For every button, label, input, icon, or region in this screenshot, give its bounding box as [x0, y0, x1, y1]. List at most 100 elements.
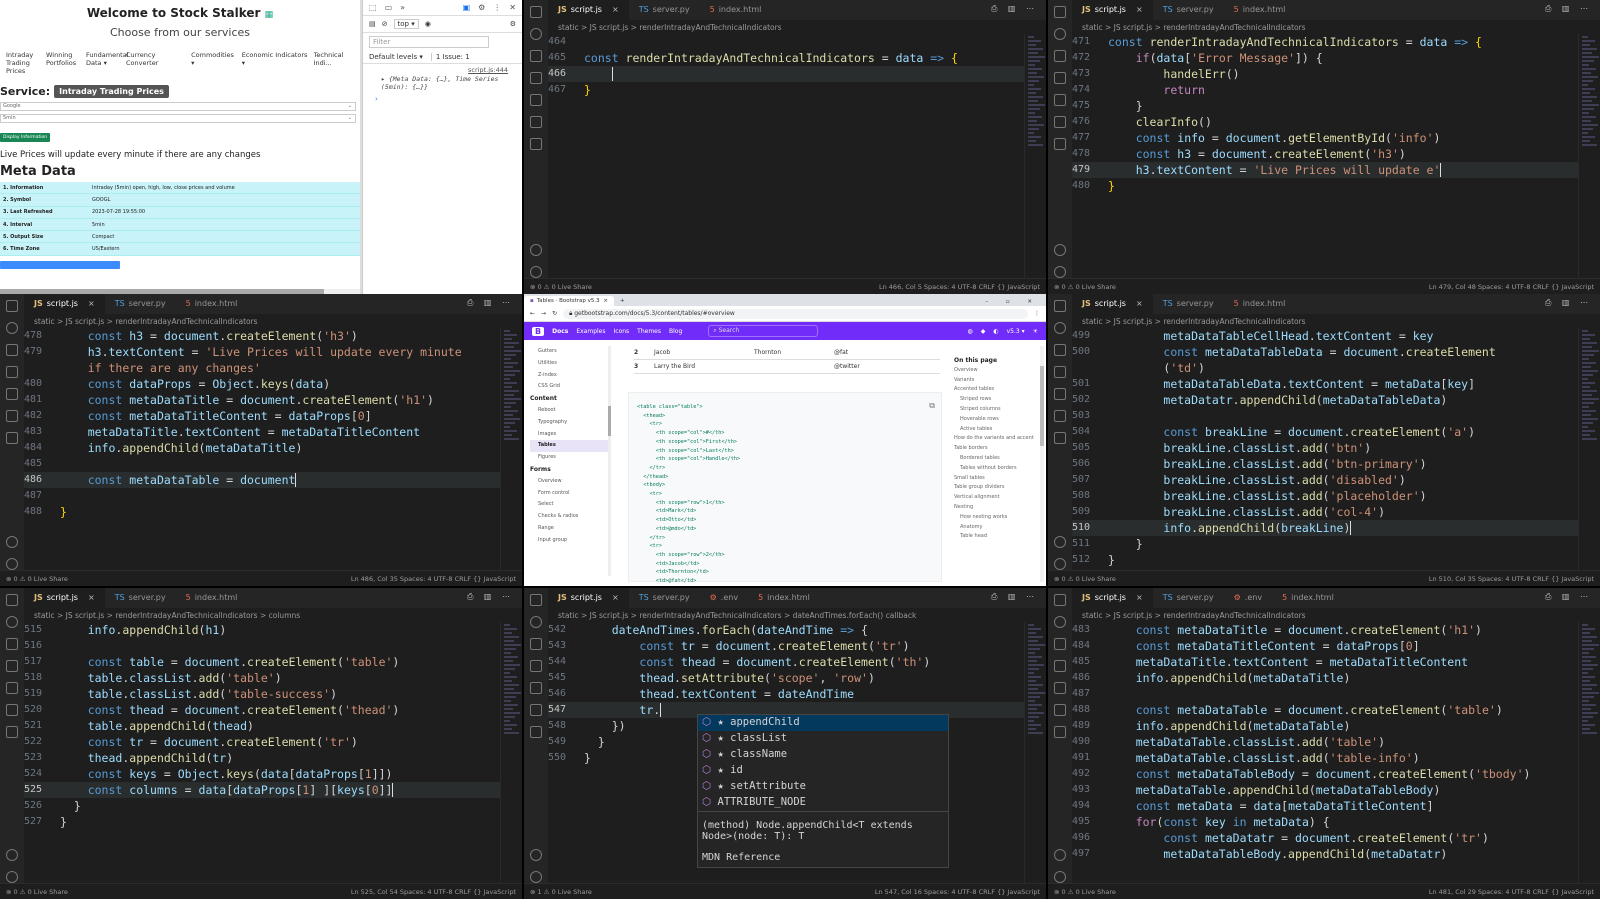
- source-control-icon[interactable]: [530, 50, 542, 62]
- code-line[interactable]: 482 const metaDataTitleContent = dataPro…: [24, 408, 500, 424]
- account-icon[interactable]: [6, 536, 18, 548]
- code-line[interactable]: 493 metaDataTable.appendChild(metaDataTa…: [1072, 782, 1578, 798]
- tab-script-js[interactable]: JS script.js ×: [1072, 588, 1153, 608]
- suggestion-item[interactable]: ⬡ ★ className: [698, 747, 948, 763]
- code-line[interactable]: 502 metaDatatr.appendChild(metaDataTable…: [1072, 392, 1578, 408]
- display-information-button[interactable]: Display Information: [0, 133, 51, 142]
- tab-script-js[interactable]: JS script.js ×: [24, 588, 105, 608]
- explorer-icon[interactable]: [1054, 6, 1066, 18]
- editor-actions-icon[interactable]: ⎙ ▥ ⋯: [459, 294, 522, 314]
- close-tab-icon[interactable]: ×: [1136, 299, 1143, 314]
- nav-link[interactable]: Examples: [576, 328, 605, 335]
- toc-link[interactable]: Tables without borders: [954, 464, 1034, 474]
- twitter-icon[interactable]: ◆: [981, 328, 986, 335]
- status-right[interactable]: Ln 547, Col 16 Spaces: 4 UTF-8 CRLF {} J…: [875, 888, 1040, 896]
- run-debug-icon[interactable]: [1054, 366, 1066, 378]
- toc-link[interactable]: Striped rows: [954, 395, 1034, 405]
- tab-index-html[interactable]: 5 index.html: [176, 294, 248, 314]
- status-left[interactable]: ⊗ 0 ⚠ 0 Live Share: [1054, 283, 1116, 291]
- code-line[interactable]: 506 breakLine.classList.add('btn-primary…: [1072, 456, 1578, 472]
- code-editor[interactable]: 478 const h3 = document.createElement('h…: [24, 328, 500, 570]
- breadcrumb[interactable]: static > JS script.js > renderIntradayAn…: [548, 608, 1046, 622]
- more-icon[interactable]: [6, 432, 18, 444]
- close-tab-icon[interactable]: ×: [612, 5, 619, 20]
- status-left[interactable]: ⊗ 0 ⚠ 0 Live Share: [1054, 888, 1116, 896]
- manage-gear-icon[interactable]: [6, 558, 18, 570]
- status-left[interactable]: ⊗ 0 ⚠ 0 Live Share: [1054, 575, 1116, 583]
- code-line[interactable]: 478 const h3 = document.createElement('h…: [1072, 146, 1578, 162]
- code-line[interactable]: 479 h3.textContent = 'Live Prices will u…: [1072, 162, 1578, 178]
- code-line[interactable]: 546 thead.textContent = dateAndTime: [548, 686, 1024, 702]
- editor-actions-icon[interactable]: ⎙ ▥ ⋯: [1537, 294, 1600, 314]
- minimap[interactable]: [1578, 328, 1600, 570]
- code-line[interactable]: 490 metaDataTable.classList.add('table'): [1072, 734, 1578, 750]
- code-line[interactable]: 509 breakLine.classList.add('col-4'): [1072, 504, 1578, 520]
- code-line[interactable]: 504 const breakLine = document.createEle…: [1072, 424, 1578, 440]
- toc-link[interactable]: Table borders: [954, 444, 1034, 454]
- source-control-icon[interactable]: [6, 344, 18, 356]
- status-left[interactable]: ⊗ 0 ⚠ 0 Live Share: [6, 575, 68, 583]
- toc-link[interactable]: Hoverable rows: [954, 415, 1034, 425]
- sidebar-link[interactable]: Checks & radios: [530, 511, 610, 523]
- code-line[interactable]: 503: [1072, 408, 1578, 424]
- more-tabs-icon[interactable]: »: [400, 3, 405, 12]
- code-line[interactable]: 486 const metaDataTable = document: [24, 472, 500, 488]
- copy-icon[interactable]: ⧉: [929, 401, 935, 411]
- remote-explorer-icon[interactable]: [6, 388, 18, 400]
- interval-select[interactable]: 5min ⌄: [0, 114, 356, 123]
- code-line[interactable]: 523 thead.appendChild(tr): [24, 750, 500, 766]
- console-prompt[interactable]: ›: [363, 91, 522, 103]
- code-line[interactable]: 473 handelErr(): [1072, 66, 1578, 82]
- source-control-icon[interactable]: [1054, 638, 1066, 650]
- console-settings-icon[interactable]: ⚙: [510, 20, 516, 28]
- editor-actions-icon[interactable]: ⎙ ▥ ⋯: [1537, 0, 1600, 20]
- code-line[interactable]: 520 const thead = document.createElement…: [24, 702, 500, 718]
- suggestion-item[interactable]: ⬡ ★ id: [698, 763, 948, 779]
- code-line[interactable]: 479 h3.textContent = 'Live Prices will u…: [24, 344, 500, 360]
- account-icon[interactable]: [6, 849, 18, 861]
- close-tab-icon[interactable]: ×: [88, 299, 95, 314]
- code-editor[interactable]: 464 465 const renderIntradayAndTechnicalIn…: [548, 34, 1024, 278]
- code-line[interactable]: 527}: [24, 814, 500, 830]
- code-editor[interactable]: 483 const metaDataTitle = document.creat…: [1072, 622, 1578, 883]
- code-line[interactable]: 492 const metaDataTableBody = document.c…: [1072, 766, 1578, 782]
- editor-actions-icon[interactable]: ⎙ ▥ ⋯: [459, 588, 522, 608]
- explorer-icon[interactable]: [1054, 594, 1066, 606]
- status-left[interactable]: ⊗ 1 ⚠ 0 Live Share: [530, 888, 592, 896]
- code-line[interactable]: 475 }: [1072, 98, 1578, 114]
- code-line[interactable]: 474 return: [1072, 82, 1578, 98]
- address-bar[interactable]: 🔒︎ getbootstrap.com/docs/5.3/content/tab…: [563, 308, 1028, 319]
- run-debug-icon[interactable]: [530, 72, 542, 84]
- code-line[interactable]: 480 const dataProps = Object.keys(data): [24, 376, 500, 392]
- sidebar-link[interactable]: Typography: [530, 417, 610, 429]
- breadcrumb[interactable]: static > JS script.js > renderIntradayAn…: [1072, 608, 1600, 622]
- run-debug-icon[interactable]: [6, 660, 18, 672]
- account-icon[interactable]: [530, 244, 542, 256]
- clear-console-icon[interactable]: ⊘: [382, 20, 388, 28]
- toc-link[interactable]: How do the variants and accented tables …: [954, 434, 1034, 444]
- code-line[interactable]: 496 const metaDatatr = document.createEl…: [1072, 830, 1578, 846]
- manage-gear-icon[interactable]: [530, 871, 542, 883]
- tab-index-html[interactable]: 5 index.html: [748, 588, 820, 608]
- manage-gear-icon[interactable]: [1054, 558, 1066, 570]
- remote-explorer-icon[interactable]: [1054, 388, 1066, 400]
- sidebar-link[interactable]: Select: [530, 499, 610, 511]
- tab--env[interactable]: ⚙ .env: [1224, 588, 1272, 608]
- editor-actions-icon[interactable]: ⎙ ▥ ⋯: [983, 588, 1046, 608]
- toc-link[interactable]: Table group dividers: [954, 483, 1034, 493]
- code-line[interactable]: 491 metaDataTable.classList.add('table-i…: [1072, 750, 1578, 766]
- sidebar-link[interactable]: Images: [530, 429, 610, 441]
- back-icon[interactable]: ←: [530, 310, 535, 317]
- sidebar-link[interactable]: Figures: [530, 452, 610, 464]
- search-icon[interactable]: [6, 616, 18, 628]
- code-line[interactable]: 480}: [1072, 178, 1578, 194]
- status-left[interactable]: ⊗ 0 ⚠ 0 Live Share: [530, 283, 592, 291]
- source-control-icon[interactable]: [1054, 344, 1066, 356]
- code-line[interactable]: 517 const table = document.createElement…: [24, 654, 500, 670]
- sidebar-link[interactable]: Range: [530, 523, 610, 535]
- source-control-icon[interactable]: [6, 638, 18, 650]
- sidebar-link[interactable]: Forms: [530, 464, 610, 476]
- code-line[interactable]: 467}: [548, 82, 1024, 98]
- code-line[interactable]: if there are any changes': [24, 360, 500, 376]
- minimap[interactable]: [1024, 622, 1046, 883]
